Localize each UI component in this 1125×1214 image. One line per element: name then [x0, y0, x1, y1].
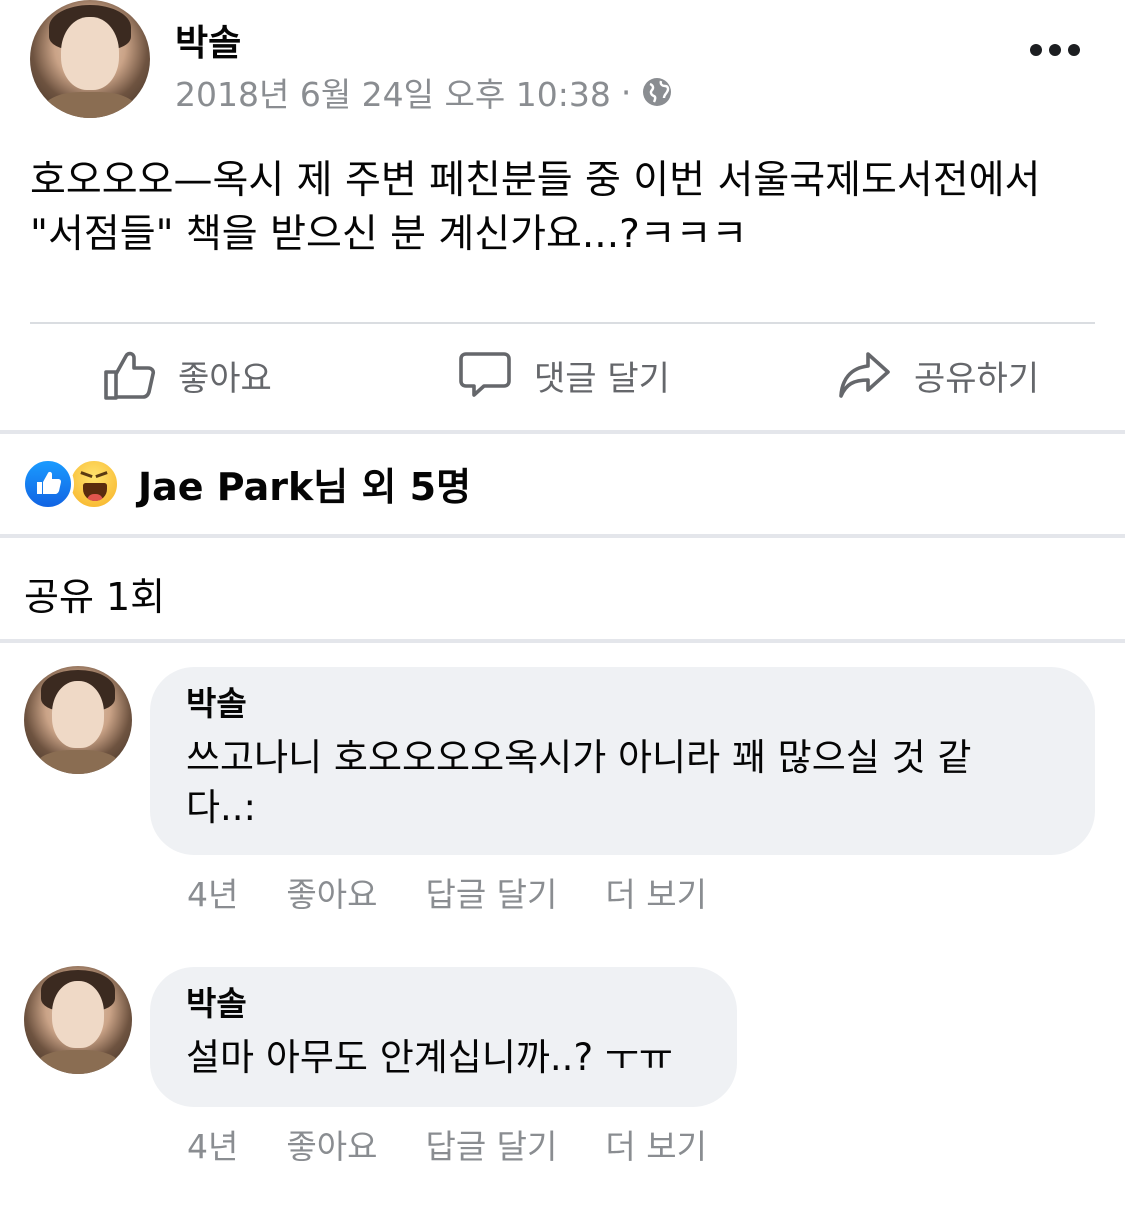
shares-count[interactable]: 공유 1회 [24, 566, 165, 621]
like-button[interactable]: 좋아요 [100, 346, 272, 404]
post-body: 호오오오—옥시 제 주변 페친분들 중 이번 서울국제도서전에서 "서점들" 책… [30, 154, 1090, 262]
comment-age[interactable]: 4년 [187, 1120, 238, 1168]
comment-reply-button[interactable]: 답글 달기 [425, 868, 557, 916]
more-options-icon[interactable] [1030, 38, 1090, 62]
comment-age[interactable]: 4년 [187, 868, 238, 916]
share-label: 공유하기 [914, 358, 1040, 399]
reactions-text[interactable]: Jae Park님 외 5명 [138, 456, 471, 511]
comment-author[interactable]: 박솔 [186, 683, 1059, 725]
comment-label: 댓글 달기 [534, 358, 670, 399]
post-body-line-2: "서점들" 책을 받으신 분 계신가요...?ㅋㅋㅋ [30, 212, 748, 257]
comment-bubble: 박솔 쓰고나니 호오오오오옥시가 아니라 꽤 많으실 것 같 다..: [150, 667, 1095, 855]
comment-like-button[interactable]: 좋아요 [286, 868, 377, 916]
comment-text-line-1: 쓰고나니 호오오오오옥시가 아니라 꽤 많으실 것 같 [186, 736, 972, 779]
comment-more-button[interactable]: 더 보기 [605, 868, 707, 916]
comment-avatar[interactable] [24, 966, 132, 1074]
section-divider [0, 430, 1125, 434]
reactions-summary[interactable]: Jae Park님 외 5명 [22, 456, 471, 511]
comment-text: 설마 아무도 안계십니까..? ㅜㅠ [186, 1036, 673, 1079]
post-action-bar: 좋아요 댓글 달기 공유하기 [0, 324, 1125, 430]
post-body-line-1: 호오오오—옥시 제 주변 페친분들 중 이번 서울국제도서전에서 [30, 158, 1041, 203]
meta-separator: · [620, 72, 632, 112]
comment-actions: 4년 좋아요 답글 달기 더 보기 [187, 868, 755, 916]
comment-reply-button[interactable]: 답글 달기 [425, 1120, 557, 1168]
comment-bubble: 박솔 설마 아무도 안계십니까..? ㅜㅠ [150, 967, 737, 1107]
globe-icon [643, 78, 672, 106]
comment-actions: 4년 좋아요 답글 달기 더 보기 [187, 1120, 755, 1168]
comment-like-button[interactable]: 좋아요 [286, 1120, 377, 1168]
comment-avatar[interactable] [24, 666, 132, 774]
share-button[interactable]: 공유하기 [836, 346, 1039, 404]
share-arrow-icon [839, 352, 890, 398]
haha-reaction-icon [68, 457, 120, 510]
comment-text-line-2: 다..: [186, 786, 257, 829]
like-reaction-icon [22, 457, 74, 510]
comment-bubble-icon [459, 352, 511, 397]
post-meta: 2018년 6월 24일 오후 10:38 · [175, 68, 673, 116]
section-divider [0, 639, 1125, 643]
comment-author[interactable]: 박솔 [186, 983, 701, 1025]
post-author-name[interactable]: 박솔 [175, 14, 241, 66]
post-author-avatar[interactable] [30, 0, 150, 118]
comment-text: 쓰고나니 호오오오오옥시가 아니라 꽤 많으실 것 같 다..: [186, 733, 1059, 833]
like-label: 좋아요 [178, 358, 272, 399]
thumbs-up-icon [104, 351, 156, 400]
comment-button[interactable]: 댓글 달기 [456, 346, 670, 404]
section-divider [0, 534, 1125, 538]
post-timestamp[interactable]: 2018년 6월 24일 오후 10:38 [175, 68, 611, 116]
comment-more-button[interactable]: 더 보기 [605, 1120, 707, 1168]
